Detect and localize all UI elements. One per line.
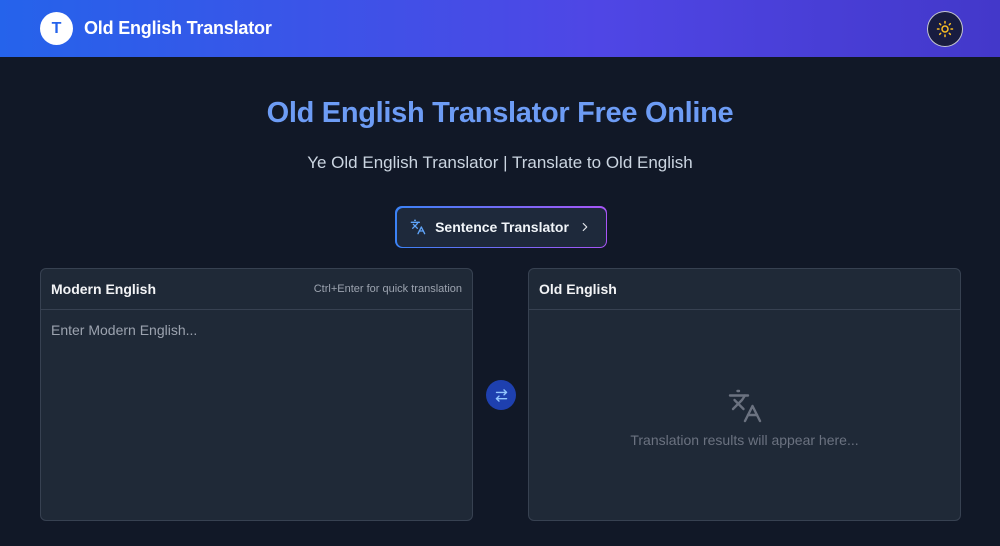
page-title: Old English Translator Free Online [266,97,734,129]
target-panel-title: Old English [539,281,617,297]
theme-toggle-button[interactable] [927,10,963,47]
swap-languages-button[interactable] [486,380,516,410]
source-panel: Modern English Ctrl+Enter for quick tran… [40,268,473,521]
brand-name: Old English Translator [84,18,272,38]
target-panel: Old English Translation results will app… [528,268,961,521]
translate-icon [410,219,426,235]
empty-result-text: Translation results will appear here... [630,432,859,448]
chevron-right-icon [582,222,588,232]
source-panel-header: Modern English Ctrl+Enter for quick tran… [41,269,472,310]
sentence-translator-button-inner: Sentence Translator [396,207,606,247]
shortcut-hint: Ctrl+Enter for quick translation [313,283,462,295]
page-subtitle: Ye Old English Translator | Translate to… [307,153,693,172]
translate-icon [728,389,761,423]
sun-icon [936,20,954,37]
hero-section: Old English Translator Free Online Ye Ol… [0,57,1000,173]
modern-english-input[interactable] [41,310,472,520]
translation-result: Translation results will appear here... [529,310,960,520]
swap-arrows-icon [495,388,507,402]
source-panel-title: Modern English [51,281,156,297]
sentence-translator-label: Sentence Translator [435,219,569,235]
brand[interactable]: T Old English Translator [40,12,272,45]
target-panel-header: Old English [529,269,960,310]
app-header: T Old English Translator [0,0,1000,57]
logo: T [40,12,73,45]
sentence-translator-button[interactable]: Sentence Translator [395,206,607,248]
